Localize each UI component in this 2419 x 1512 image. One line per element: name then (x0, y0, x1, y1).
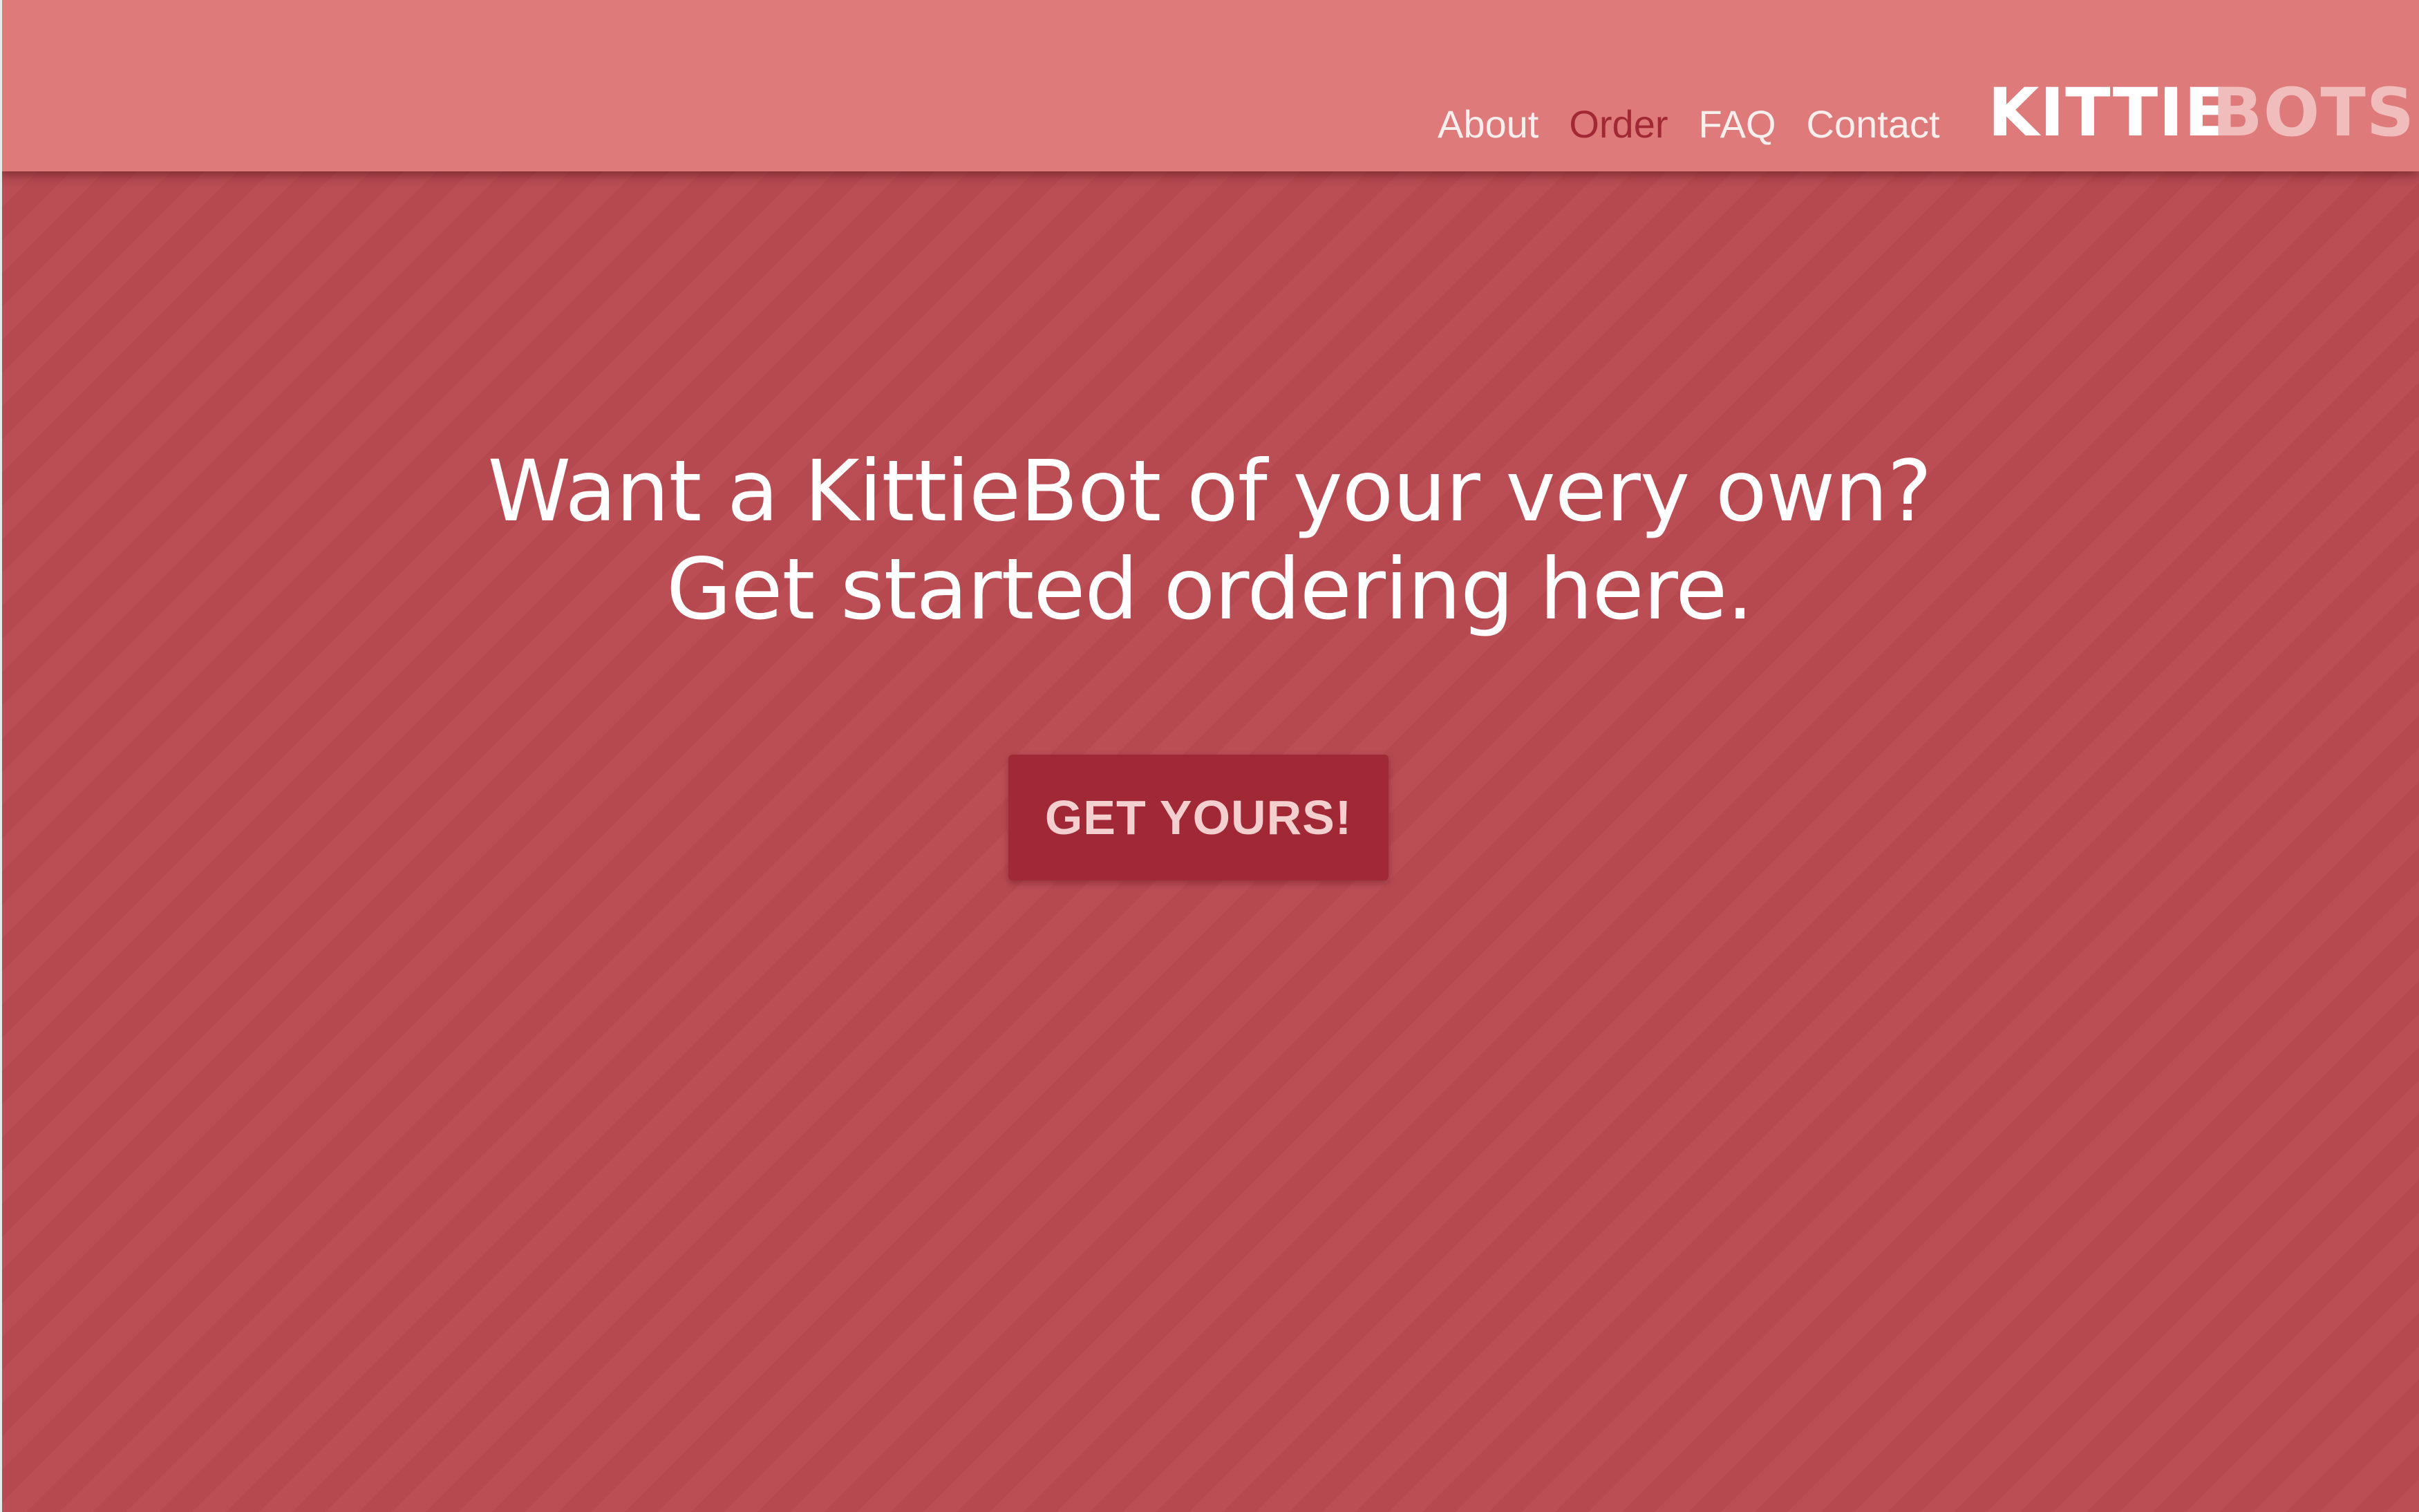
nav-about-link[interactable]: About (1438, 95, 1538, 153)
hero-headline: Want a KittieBot of your very own? (487, 442, 1932, 540)
hero-section: Want a KittieBot of your very own? Get s… (0, 442, 2419, 639)
site-header: About Order FAQ Contact KITTIE BOTS (0, 0, 2419, 171)
nav-contact-link[interactable]: Contact (1807, 95, 1940, 153)
page: About Order FAQ Contact KITTIE BOTS Want … (0, 0, 2419, 1512)
hero-subheadline: Get started ordering here. (666, 540, 1753, 639)
logo-text-kittie: KITTIE (1988, 74, 2230, 151)
get-yours-button[interactable]: GET YOURS! (1008, 755, 1389, 880)
site-logo[interactable]: KITTIE BOTS (1988, 75, 2415, 151)
logo-text-bots: BOTS (2212, 74, 2415, 151)
nav-order-link[interactable]: Order (1569, 95, 1668, 153)
nav-faq-link[interactable]: FAQ (1699, 95, 1776, 153)
main-nav: About Order FAQ Contact (1438, 95, 1970, 153)
page-left-edge (0, 0, 2, 1512)
